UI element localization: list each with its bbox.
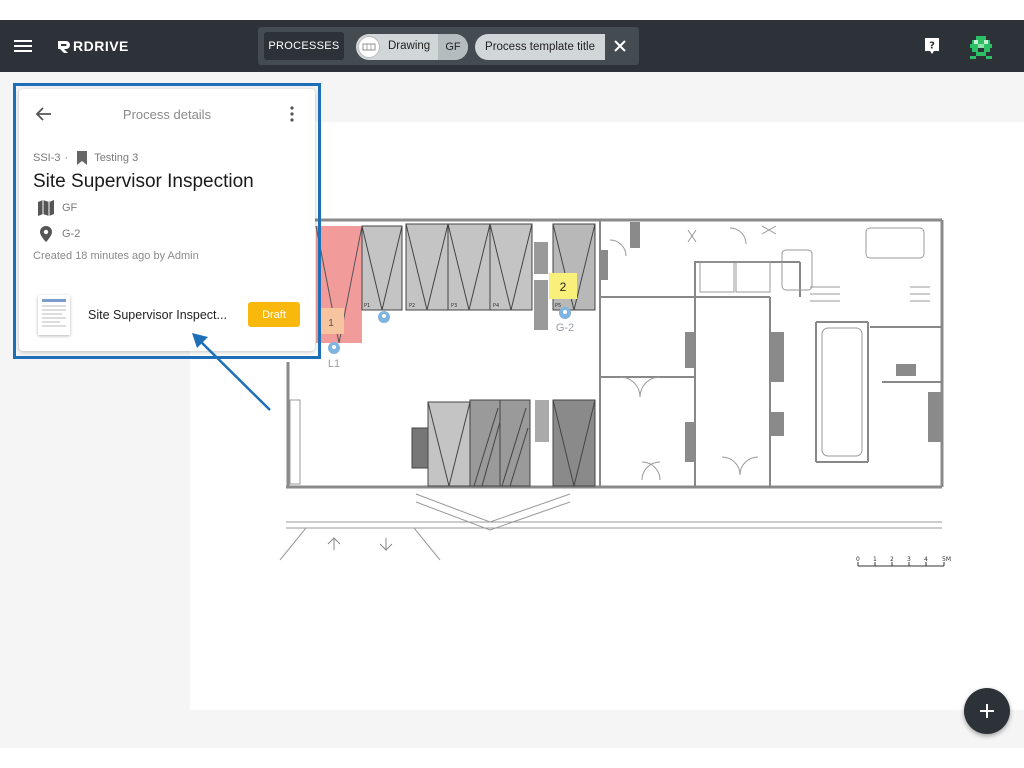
kebab-icon[interactable] [285, 105, 299, 123]
status-badge: Draft [248, 302, 300, 327]
process-details-card: Process details SSI-3 · Testing 3 Site S… [19, 89, 315, 351]
map-icon [38, 200, 54, 216]
location-pin-icon [40, 226, 52, 242]
document-thumbnail[interactable] [38, 295, 70, 335]
top-app-bar: RDRIVE PROCESSES Drawing GF Process temp… [0, 20, 1024, 72]
processes-button[interactable]: PROCESSES [264, 32, 344, 60]
room-label-p3: P3 [451, 303, 457, 309]
breadcrumb: SSI-3 · Testing 3 [33, 151, 138, 165]
document-name[interactable]: Site Supervisor Inspect... [88, 308, 238, 322]
drawing-chip[interactable]: Drawing GF [356, 34, 468, 60]
breadcrumb-separator: · [64, 152, 69, 164]
sticky-note-number: 2 [560, 280, 567, 294]
card-title: Process details [122, 107, 212, 122]
scale-tick-5: 5M [942, 556, 951, 563]
pin-l1-label: L1 [328, 358, 340, 370]
bookmark-label[interactable]: Testing 3 [94, 152, 138, 164]
svg-text:?: ? [929, 41, 935, 52]
process-title: Site Supervisor Inspection [33, 171, 254, 192]
room-label-p2: P2 [409, 303, 415, 309]
pin-g2-label: G-2 [556, 322, 574, 334]
plus-icon [980, 704, 994, 718]
add-button[interactable] [964, 688, 1010, 734]
help-icon[interactable]: ? [923, 37, 941, 55]
location-row: G-2 [37, 225, 80, 243]
drawing-chip-label: Drawing [388, 40, 431, 52]
brand-name: RDRIVE [73, 38, 129, 54]
sticky-note-l1-number: 1 [328, 318, 334, 329]
location-value: G-2 [62, 228, 81, 240]
room-label-p1: P1 [364, 303, 370, 309]
logo-mark-icon [58, 41, 70, 53]
bookmark-icon [77, 151, 88, 165]
callout-arrow [192, 333, 271, 411]
hamburger-icon[interactable] [14, 40, 32, 52]
scale-tick-1: 1 [873, 556, 877, 563]
pin-p1[interactable] [378, 311, 390, 323]
floor-value: GF [62, 202, 78, 214]
scale-tick-2: 2 [890, 556, 894, 563]
scale-tick-3: 3 [907, 556, 911, 563]
process-code: SSI-3 [33, 152, 61, 164]
created-info: Created 18 minutes ago by Admin [33, 250, 199, 262]
scale-tick-4: 4 [924, 556, 928, 563]
room-label-p5: P5 [555, 303, 561, 309]
brand-logo[interactable]: RDRIVE [56, 36, 129, 56]
pixel-avatar-icon[interactable] [968, 34, 994, 60]
template-chip[interactable]: Process template title [475, 34, 605, 60]
room-label-p4: P4 [493, 303, 499, 309]
floor-chip-label[interactable]: GF [438, 34, 468, 60]
scale-tick-0: 0 [856, 556, 860, 563]
floor-row: GF [37, 199, 77, 217]
drawing-thumbnail [358, 36, 380, 58]
close-icon[interactable] [612, 38, 628, 54]
context-chip-bar: PROCESSES Drawing GF Process template ti… [258, 27, 639, 65]
